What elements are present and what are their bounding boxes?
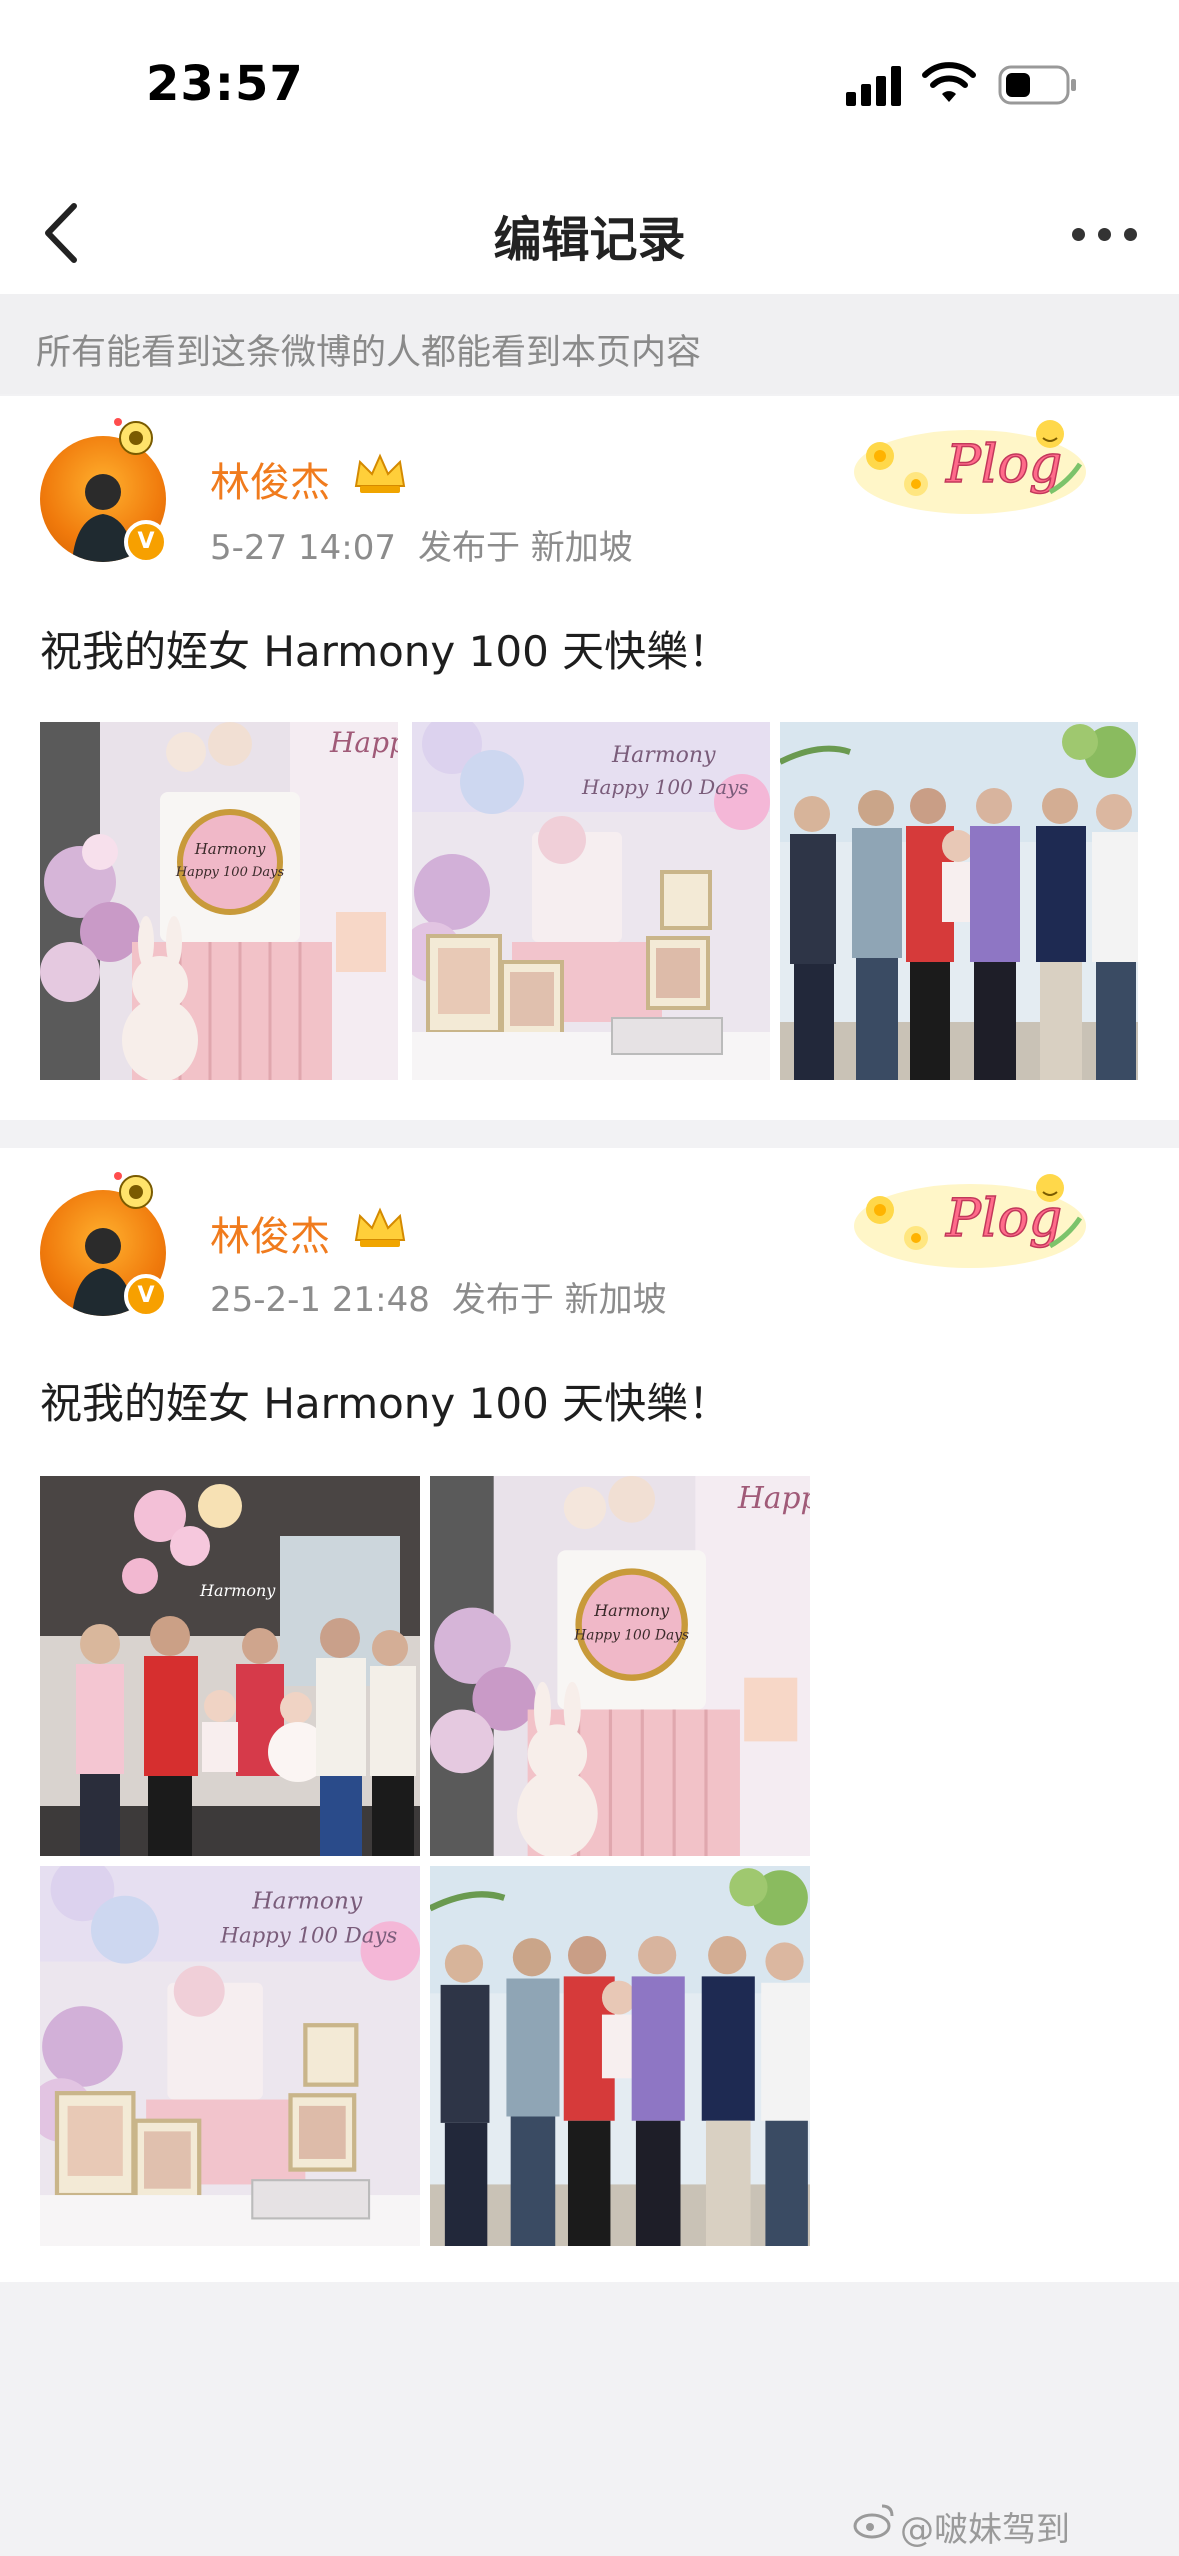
- gift-icon: [114, 418, 153, 455]
- battery-icon: [998, 65, 1076, 105]
- svg-text:Happy 100 Days: Happy 100 Days: [219, 1923, 397, 1948]
- svg-text:Harmony: Harmony: [593, 1601, 670, 1620]
- post-text: 祝我的姪女 Harmony 100 天快樂！: [40, 1379, 731, 1428]
- crown-icon: [354, 1207, 406, 1247]
- group-photo[interactable]: [430, 1866, 810, 2246]
- svg-text:Happy 100 Days: Happy 100 Days: [581, 775, 749, 799]
- signal-icon: [846, 66, 902, 106]
- post-location: 发布于 新加坡: [417, 528, 633, 568]
- avatar[interactable]: V: [40, 418, 168, 564]
- page-title: 编辑记录: [493, 212, 686, 268]
- svg-text:Harmony: Harmony: [199, 1581, 276, 1600]
- party-table-photo[interactable]: Harmony Happy 100 Days: [40, 1866, 420, 2246]
- more-dots-icon[interactable]: [1060, 200, 1150, 264]
- wifi-icon: [922, 62, 976, 102]
- avatar[interactable]: V: [40, 1172, 168, 1318]
- plog-sticker: Plog: [854, 420, 1086, 514]
- post-card: V 林俊杰 25-2-1 21:48 发布于 新加坡 Plog 祝我的姪女 Har…: [0, 1148, 1179, 2282]
- post-meta: 25-2-1 21:48 发布于 新加坡: [210, 1272, 667, 1321]
- post-date: 25-2-1 21:48: [210, 1280, 430, 1320]
- visibility-notice: 所有能看到这条微博的人都能看到本页内容: [0, 294, 1179, 394]
- svg-text:Happy 100 Days: Happy 100 Days: [573, 1627, 689, 1643]
- notice-text: 所有能看到这条微博的人都能看到本页内容: [36, 333, 702, 373]
- group-photo[interactable]: [780, 722, 1138, 1080]
- post-text: 祝我的姪女 Harmony 100 天快樂！: [40, 627, 731, 676]
- nav-bar: 编辑记录: [0, 170, 1179, 294]
- cake-photo[interactable]: Happy Harmony Happy 100 Days: [430, 1476, 810, 1856]
- cake-photo[interactable]: Happy Harmony Happy 100 Days: [40, 722, 398, 1080]
- gift-icon: [114, 1172, 153, 1209]
- crown-icon: [354, 453, 406, 493]
- user-name[interactable]: 林俊杰: [210, 1204, 330, 1262]
- status-bar: 23:57: [0, 0, 1179, 170]
- svg-text:Harmony: Harmony: [251, 1886, 363, 1914]
- user-name[interactable]: 林俊杰: [210, 450, 330, 508]
- verified-badge-icon: V: [124, 1274, 168, 1318]
- svg-text:Harmony: Harmony: [194, 840, 266, 858]
- post-meta: 5-27 14:07 发布于 新加坡: [210, 520, 633, 569]
- verified-badge-icon: V: [124, 520, 168, 564]
- post-location: 发布于 新加坡: [451, 1280, 667, 1320]
- family-photo[interactable]: Harmony: [40, 1476, 420, 1856]
- svg-text:Happy: Happy: [329, 726, 398, 759]
- post-date: 5-27 14:07: [210, 528, 396, 568]
- plog-sticker: Plog: [854, 1174, 1086, 1268]
- watermark-text: @啵妹驾到_Polaris: [900, 2510, 1070, 2556]
- status-time: 23:57: [146, 56, 304, 112]
- svg-text:Happy 100 Days: Happy 100 Days: [175, 865, 285, 880]
- svg-text:Harmony: Harmony: [611, 743, 716, 768]
- post-card: V 林俊杰 5-27 14:07 发布于 新加坡 Plog 祝我的姪女 Harmo…: [0, 396, 1179, 1120]
- party-table-photo[interactable]: Harmony Happy 100 Days: [412, 722, 770, 1080]
- svg-text:Happy: Happy: [737, 1481, 810, 1516]
- weibo-logo-icon: [853, 2504, 894, 2539]
